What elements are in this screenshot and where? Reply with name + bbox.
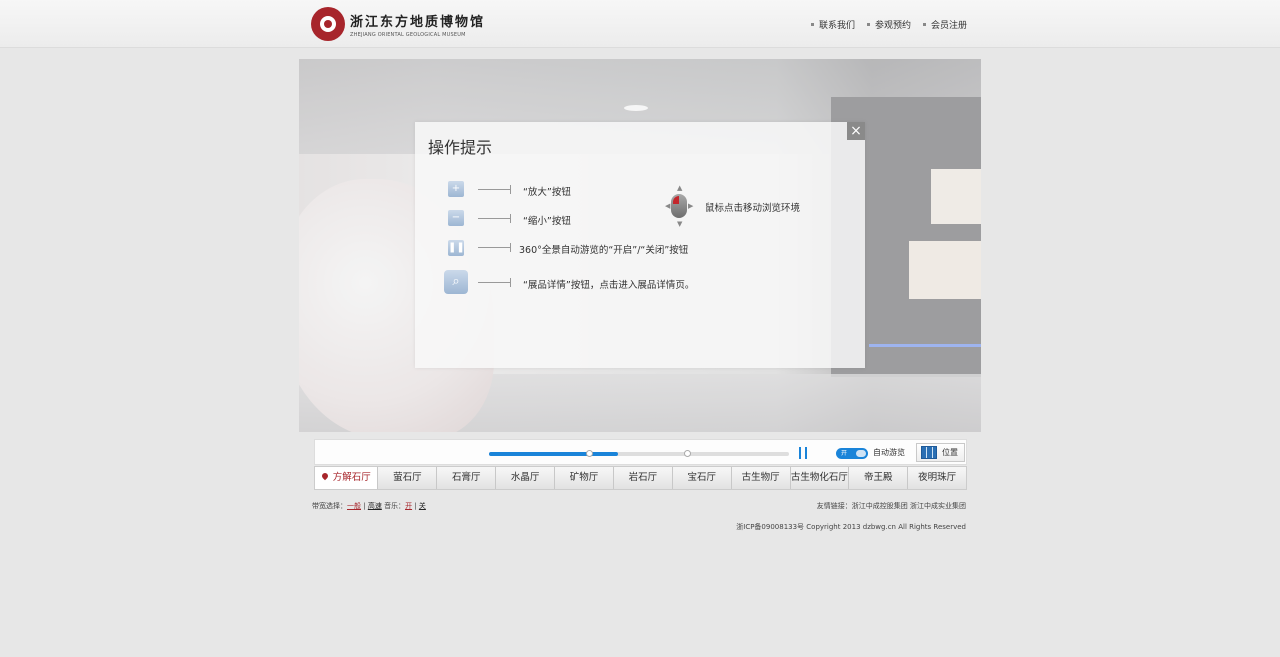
copyright-text: 浙ICP备09008133号 Copyright 2013 dzbwg.cn A… xyxy=(736,523,966,531)
mouse-icon xyxy=(671,194,687,218)
pointer-line xyxy=(478,278,511,287)
pause-button[interactable] xyxy=(799,447,807,459)
dialog-title: 操作提示 xyxy=(428,138,493,157)
bandwidth-fast-link[interactable]: 高速 xyxy=(368,502,382,510)
tab-hall-paleontology[interactable]: 古生物厅 xyxy=(730,467,790,489)
slider-knob[interactable] xyxy=(684,450,691,457)
tab-hall-luminous-pearl[interactable]: 夜明珠厅 xyxy=(907,467,967,489)
tab-hall-emperor[interactable]: 帝王殿 xyxy=(848,467,908,489)
nav-booking-link[interactable]: 参观预约 xyxy=(866,18,911,31)
pause-icon: ❚❚ xyxy=(448,240,465,256)
tab-hall-mineral[interactable]: 矿物厅 xyxy=(554,467,613,489)
site-header: 浙江东方地质博物馆 ZHEJIANG ORIENTAL GEOLOGICAL M… xyxy=(0,0,1280,48)
autotour-label: 自动游览 xyxy=(873,448,905,457)
music-on-link[interactable]: 开 xyxy=(405,502,412,510)
pointer-line xyxy=(478,243,511,252)
position-button[interactable]: 位置 xyxy=(916,443,965,462)
autotour-hint: 360°全景自动游览的“开启”/“关闭”按钮 xyxy=(519,245,689,256)
location-pin-icon xyxy=(320,471,329,481)
zoom-out-icon: − xyxy=(448,210,464,226)
magnifier-detail-icon: ⌕ xyxy=(444,270,468,294)
tab-hall-gem[interactable]: 宝石厅 xyxy=(671,467,731,489)
map-icon xyxy=(921,446,937,459)
zoom-in-hint: “放大”按钮 xyxy=(523,187,571,198)
nav-register-link[interactable]: 会员注册 xyxy=(922,18,967,31)
bullet-icon xyxy=(810,23,814,26)
logo-title-en: ZHEJIANG ORIENTAL GEOLOGICAL MUSEUM xyxy=(350,31,466,38)
progress-slider[interactable] xyxy=(489,450,789,457)
tab-hall-fluorite[interactable]: 萤石厅 xyxy=(377,467,437,489)
bandwidth-normal-link[interactable]: 一般 xyxy=(347,502,361,510)
mouse-hint: 鼠标点击移动浏览环境 xyxy=(705,203,801,214)
zoom-in-icon: + xyxy=(448,181,464,197)
tab-hall-gypsum[interactable]: 石膏厅 xyxy=(436,467,496,489)
tab-hall-rock[interactable]: 岩石厅 xyxy=(612,467,672,489)
playback-options: 带宽选择：一般 | 高速 音乐：开 | 关 xyxy=(312,502,426,510)
music-off-link[interactable]: 关 xyxy=(419,502,426,510)
progress-fill xyxy=(489,452,618,456)
slider-knob[interactable] xyxy=(586,450,593,457)
nav-contact-link[interactable]: 联系我们 xyxy=(810,18,855,31)
tab-hall-crystal[interactable]: 水晶厅 xyxy=(495,467,555,489)
autotour-toggle[interactable]: 开 xyxy=(836,448,868,459)
close-icon[interactable]: × xyxy=(847,122,865,140)
tour-control-bar: 开 自动游览 位置 xyxy=(314,439,967,465)
top-nav: 联系我们 参观预约 会员注册 xyxy=(810,18,967,31)
bullet-icon xyxy=(922,23,926,26)
pointer-line xyxy=(478,214,511,223)
friend-links[interactable]: 友情链接：浙江中成控股集团 浙江中成实业集团 xyxy=(817,501,966,511)
detail-hint: “展品详情”按钮，点击进入展品详情页。 xyxy=(523,280,695,291)
tab-hall-fossil[interactable]: 古生物化石厅 xyxy=(789,467,849,489)
bullet-icon xyxy=(866,23,870,26)
tab-hall-calcite[interactable]: 方解石厅 xyxy=(315,467,378,489)
pointer-line xyxy=(478,185,511,194)
position-label: 位置 xyxy=(942,448,958,457)
site-logo[interactable]: 浙江东方地质博物馆 ZHEJIANG ORIENTAL GEOLOGICAL M… xyxy=(311,6,485,42)
hall-tabs: 方解石厅 萤石厅 石膏厅 水晶厅 矿物厅 岩石厅 宝石厅 古生物厅 古生物化石厅… xyxy=(314,466,967,490)
logo-title-cn: 浙江东方地质博物馆 xyxy=(350,14,486,30)
dragon-logo-icon xyxy=(311,7,345,41)
zoom-out-hint: “缩小”按钮 xyxy=(523,216,571,227)
operation-tips-dialog: 操作提示 × + “放大”按钮 − “缩小”按钮 ❚❚ 360°全景自动游览的“… xyxy=(415,122,865,368)
